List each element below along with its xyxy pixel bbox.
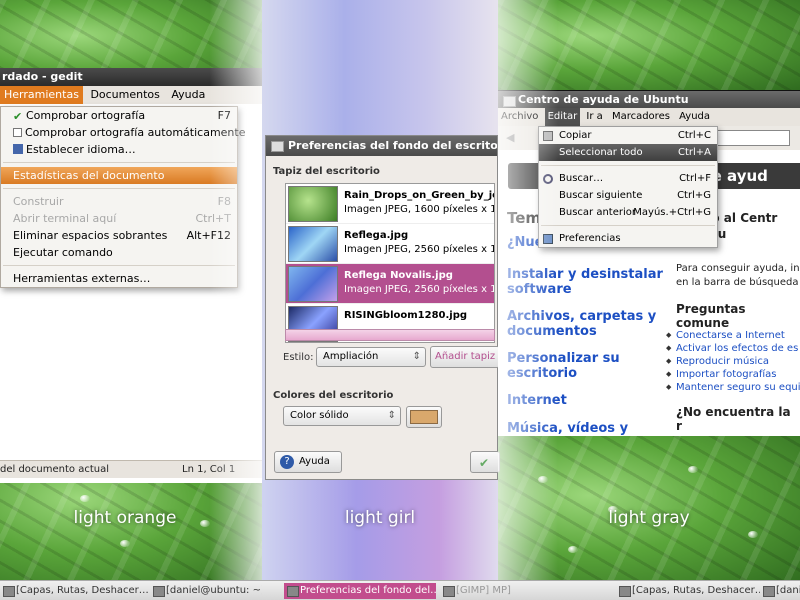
topic-link[interactable]: Personalizar su escritorio [507,351,667,381]
menu-item-trailing[interactable]: Eliminar espacios sobrantes Alt+F12 [1,227,237,244]
wallpaper-top-right [498,0,800,90]
language-icon [13,144,23,154]
taskbar-item-active[interactable]: Preferencias del fondo del… [284,583,436,599]
menu-item-find-next[interactable]: Buscar siguiente Ctrl+G [539,187,717,204]
wallpaper-list[interactable]: Rain_Drops_on_Green_by_jon Imagen JPEG, … [285,183,495,343]
menu-documentos[interactable]: Documentos [86,86,163,104]
menu-item-find-prev[interactable]: Buscar anterior Mayús.+Ctrl+G [539,204,717,221]
intro-line1: Para conseguir ayuda, in [676,263,800,274]
herramientas-menu: ✔ Comprobar ortografía F7 Comprobar ortogr… [0,106,245,288]
search-input[interactable] [708,130,790,146]
color-mode-combo[interactable]: Color sólido ⇕ [283,406,401,426]
style-label: Estilo: [283,352,314,363]
wallpaper-thumb [288,186,338,222]
wallpaper-thumb [288,226,338,262]
menu-editar[interactable]: Editar [544,108,581,126]
gedit-statusbar: del documento actual Ln 1, Col 1 [0,460,262,478]
faq-link[interactable]: Activar los efectos de es [666,342,798,355]
taskbar-item[interactable]: [Capas, Rutas, Deshacer… [616,583,760,599]
taskbar: [Capas, Rutas, Deshacer… [daniel@ubuntu:… [0,580,800,600]
check-icon: ✔ [479,456,490,470]
list-item-selected[interactable]: Reflega Novalis.jpg Imagen JPEG, 2560 pí… [286,264,494,304]
help-button[interactable]: ? Ayuda [274,451,342,473]
search-icon [543,174,553,184]
menu-item-language[interactable]: Establecer idioma… [1,141,237,158]
menu-ayuda[interactable]: Ayuda [676,108,713,126]
wallpaper-thumb [288,266,338,302]
menu-archivo[interactable]: Archivo [498,108,541,126]
menu-herramientas[interactable]: Herramientas [0,86,83,104]
taskbar-item[interactable]: [daniel@ubuntu: ~] [150,583,262,599]
not-found-heading: ¿No encuentra la r [676,405,791,433]
gedit-menubar: Herramientas Documentos Ayuda [0,86,262,104]
updown-icon: ⇕ [387,410,396,421]
faq-link[interactable]: Conectarse a Internet [666,329,785,342]
taskbar-item[interactable]: [daniel@ubunt [760,583,800,599]
color-picker-button[interactable] [406,406,442,428]
caption-right: light gray [608,508,690,528]
updown-icon: ⇕ [412,351,421,362]
menu-item-build[interactable]: Construir F8 [1,193,237,210]
back-icon[interactable]: ◀ [506,131,514,144]
menu-item-autospell[interactable]: Comprobar ortografía automáticamente [1,124,245,141]
faq-link[interactable]: Reproducir música [666,355,769,368]
taskbar-item[interactable]: [GIMP] MP] [440,583,520,599]
editar-menu: Copiar Ctrl+C Seleccionar todo Ctrl+A Busc… [538,126,718,248]
colors-section-label: Colores del escritorio [273,390,394,401]
add-wallpaper-button[interactable]: Añadir tapiz [430,346,500,368]
menu-item-preferences[interactable]: Preferencias [539,230,717,247]
caption-middle: light girl [344,508,416,528]
wallpaper-middle-bottom [262,480,498,580]
menu-item-copy[interactable]: Copiar Ctrl+C [539,127,717,144]
background-preferences-window: Preferencias del fondo del escritorio Ta… [265,135,500,480]
wallpaper-section-label: Tapiz del escritorio [273,166,380,177]
caption-left: light orange [73,508,177,528]
help-icon: ? [280,455,294,469]
color-swatch [410,410,438,424]
topic-link[interactable]: Música, vídeos y [507,421,667,436]
gedit-title: rdado - gedit [0,68,262,86]
menu-item-find[interactable]: Buscar… Ctrl+F [539,170,717,187]
menu-marcadores[interactable]: Marcadores [609,108,673,126]
checkbox-icon [13,128,22,137]
status-text: del documento actual [0,464,109,475]
faq-title: Preguntas comune [676,302,746,330]
menu-item-select-all[interactable]: Seleccionar todo Ctrl+A [539,144,717,161]
prefs-title: Preferencias del fondo del escritorio [266,136,497,156]
taskbar-item[interactable]: [Capas, Rutas, Deshacer… [0,583,150,599]
menu-item-external[interactable]: Herramientas externas… [1,270,237,287]
menu-ir-a[interactable]: Ir a [583,108,605,126]
help-menubar: Archivo Editar Ir a Marcadores Ayuda [498,108,800,126]
faq-link[interactable]: Importar fotografías [666,368,776,381]
list-item[interactable]: Reflega.jpg Imagen JPEG, 2560 píxeles x … [286,224,494,264]
cursor-position: Ln 1, Col 1 [182,464,236,475]
menu-item-run[interactable]: Ejecutar comando [1,244,237,261]
preferences-icon [543,234,553,244]
menu-ayuda[interactable]: Ayuda [167,86,209,104]
close-button[interactable]: ✔ [470,451,500,473]
copy-icon [543,131,553,141]
menu-item-spellcheck[interactable]: ✔ Comprobar ortografía F7 [1,107,237,124]
style-combo[interactable]: Ampliación ⇕ [316,347,426,367]
menu-item-stats[interactable]: Estadísticas del documento [1,167,237,184]
topic-link[interactable]: Archivos, carpetas y documentos [507,309,667,339]
check-icon: ✔ [13,110,23,123]
faq-link[interactable]: Mantener seguro su equi [666,381,800,394]
help-title: Centro de ayuda de Ubuntu [498,91,800,108]
list-item[interactable]: Rain_Drops_on_Green_by_jon Imagen JPEG, … [286,184,494,224]
topic-link[interactable]: Internet [507,393,667,408]
topic-link[interactable]: Instalar y desinstalar software [507,267,667,297]
intro-line2: en la barra de búsqueda [676,277,799,288]
list-scrollbar[interactable] [285,329,495,341]
menu-item-terminal[interactable]: Abrir terminal aquí Ctrl+T [1,210,237,227]
